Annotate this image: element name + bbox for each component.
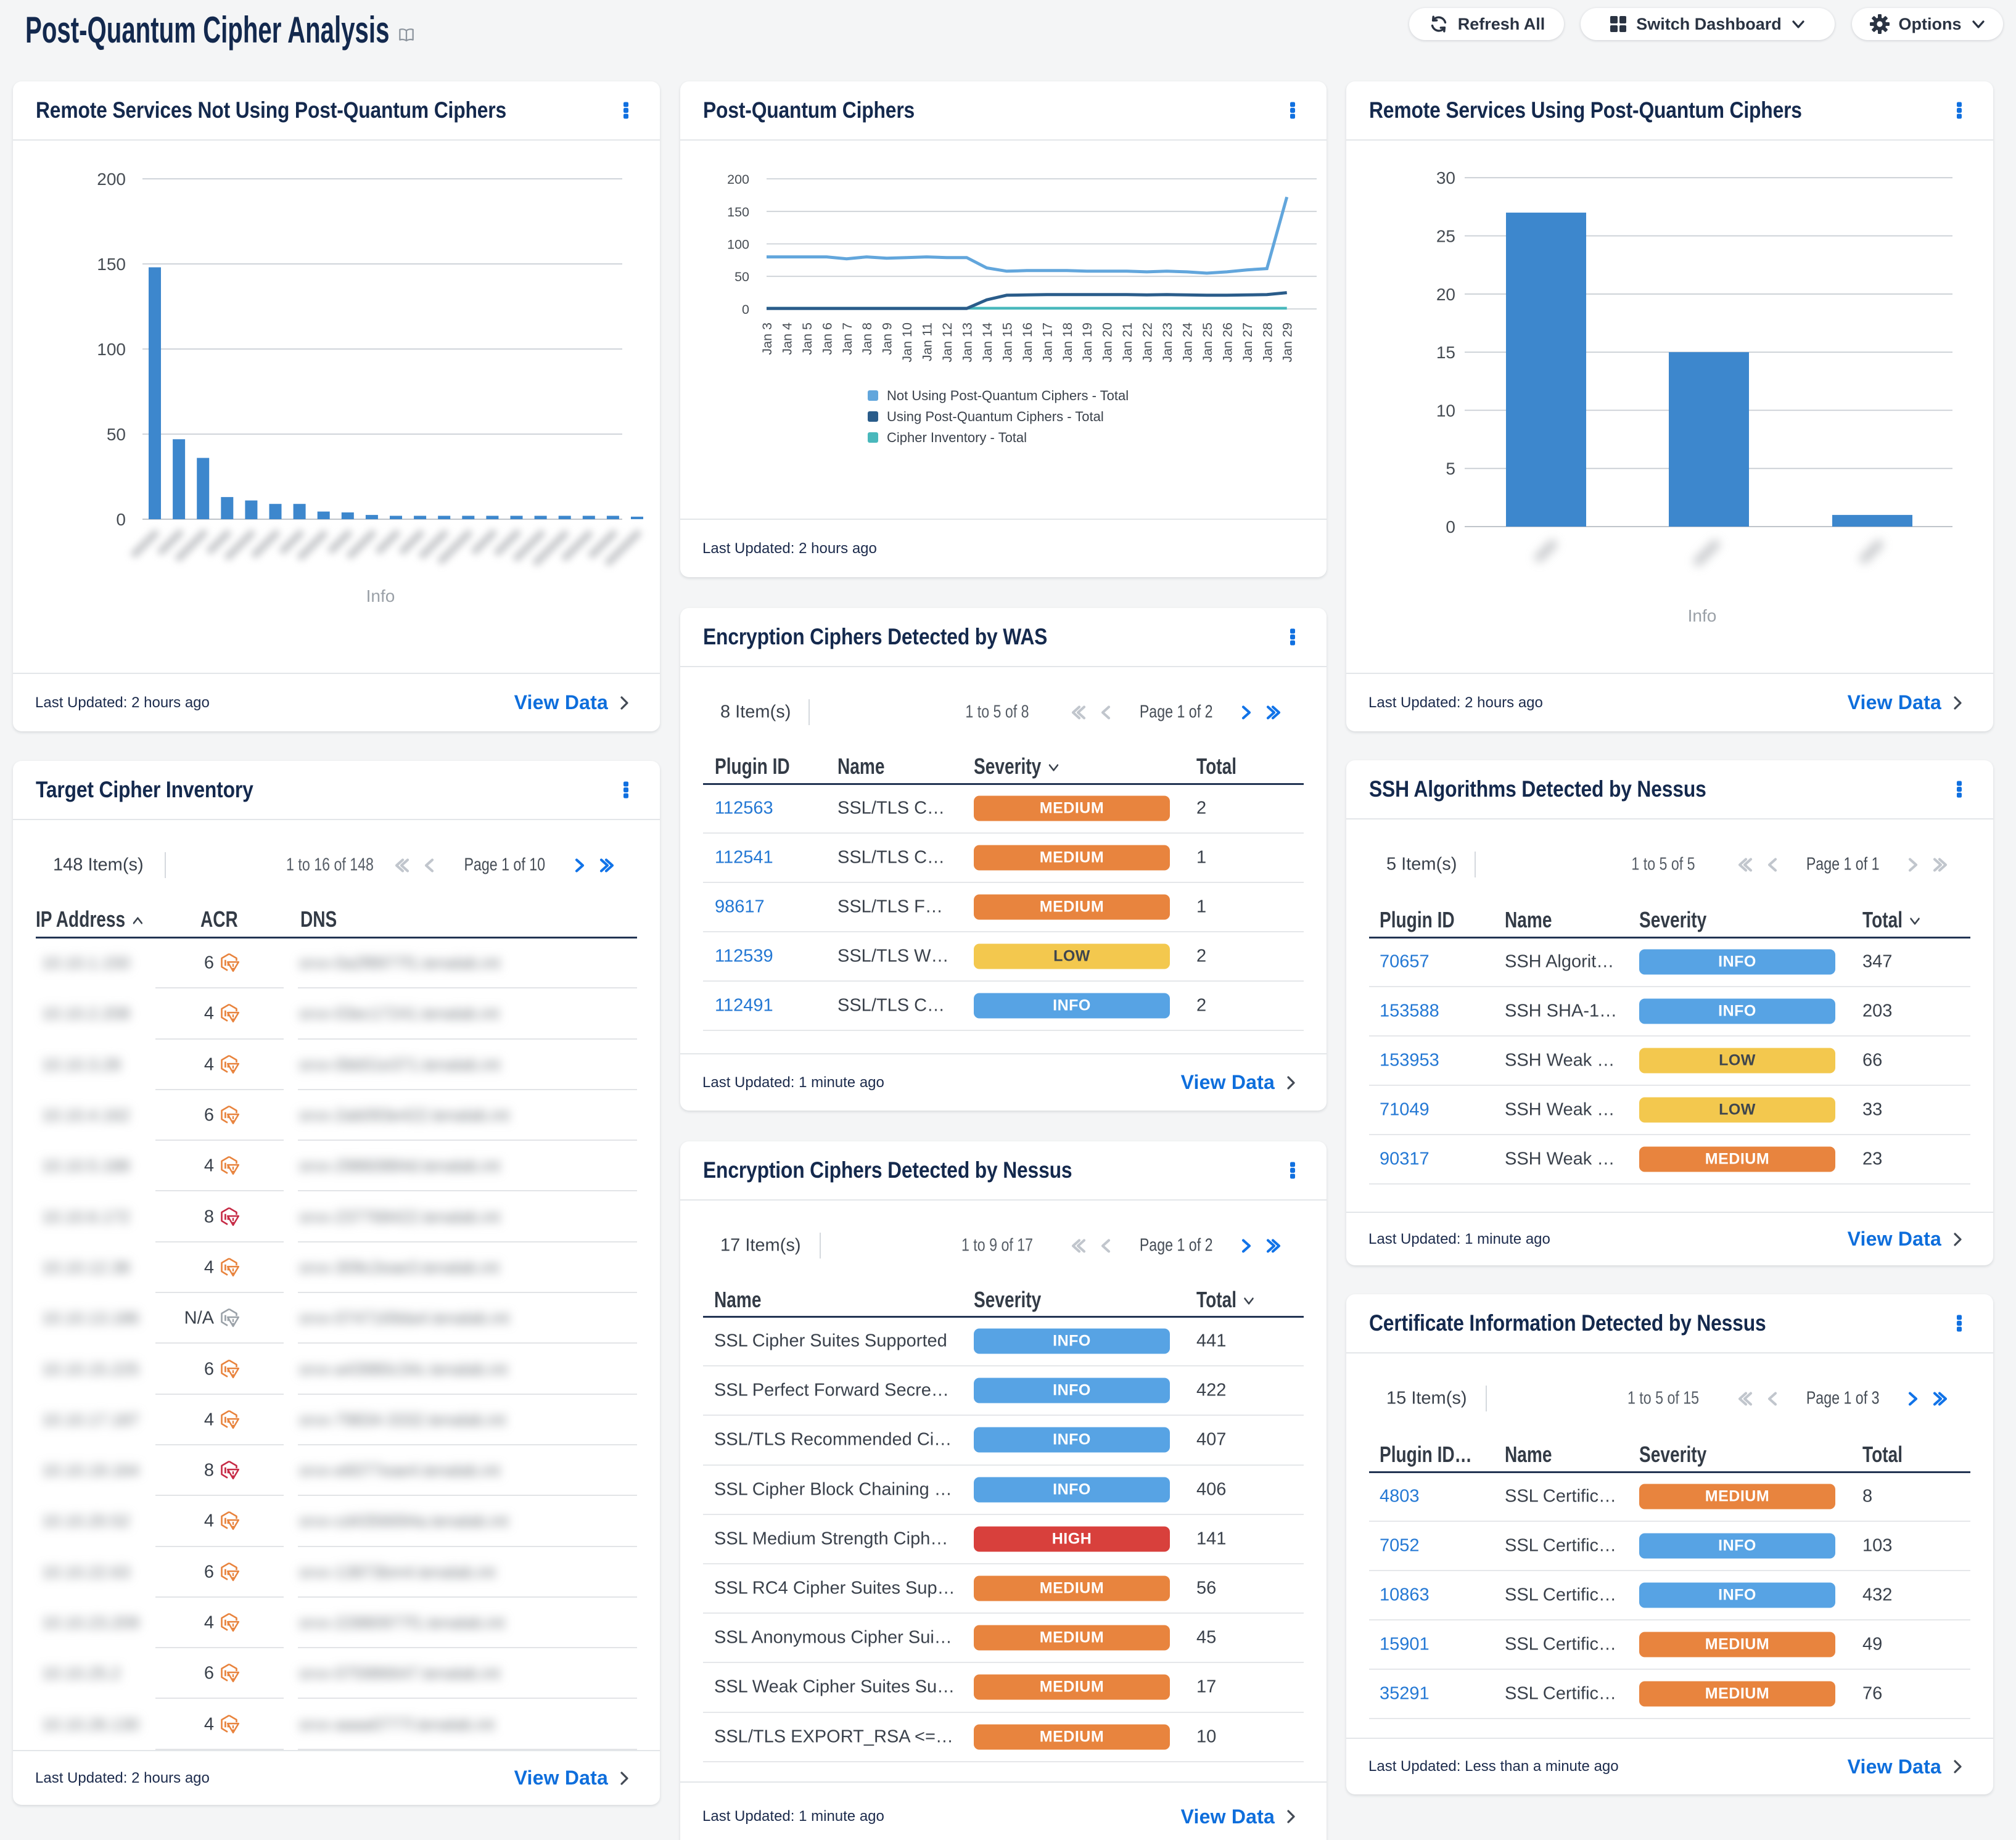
- svg-text:Jan 15: Jan 15: [1000, 322, 1014, 363]
- svg-text:Jan 23: Jan 23: [1160, 322, 1175, 363]
- svg-text:Jan 28: Jan 28: [1260, 322, 1275, 363]
- svg-text:200: 200: [727, 172, 749, 187]
- svg-text:Jan 13: Jan 13: [960, 322, 975, 363]
- svg-text:Jan 10: Jan 10: [900, 322, 915, 363]
- svg-text:Jan 7: Jan 7: [840, 322, 855, 355]
- svg-text:Jan 29: Jan 29: [1280, 322, 1295, 363]
- svg-text:Jan 27: Jan 27: [1240, 322, 1255, 363]
- svg-text:100: 100: [97, 340, 126, 359]
- svg-text:15: 15: [1436, 343, 1455, 362]
- svg-text:20: 20: [1436, 285, 1455, 304]
- svg-text:200: 200: [97, 170, 126, 189]
- svg-text:10: 10: [1436, 401, 1455, 420]
- svg-text:Jan 17: Jan 17: [1040, 322, 1055, 363]
- svg-text:Jan 25: Jan 25: [1200, 322, 1215, 363]
- svg-text:100: 100: [727, 237, 749, 252]
- svg-text:150: 150: [97, 255, 126, 274]
- svg-text:Jan 19: Jan 19: [1080, 322, 1095, 363]
- svg-text:30: 30: [1436, 168, 1455, 187]
- svg-text:25: 25: [1436, 227, 1455, 246]
- svg-text:Jan 16: Jan 16: [1020, 322, 1035, 363]
- svg-text:0: 0: [1446, 517, 1455, 536]
- svg-text:Jan 18: Jan 18: [1060, 322, 1075, 363]
- svg-text:50: 50: [734, 269, 749, 284]
- svg-text:0: 0: [742, 302, 749, 317]
- svg-text:50: 50: [107, 425, 126, 444]
- svg-text:Jan 12: Jan 12: [940, 322, 955, 363]
- svg-text:5: 5: [1446, 459, 1455, 478]
- svg-text:Using Post-Quantum Ciphers - T: Using Post-Quantum Ciphers - Total: [887, 409, 1104, 424]
- svg-text:Jan 26: Jan 26: [1220, 322, 1235, 363]
- svg-text:Jan 11: Jan 11: [920, 322, 935, 361]
- svg-text:Jan 20: Jan 20: [1100, 322, 1115, 363]
- svg-text:Jan 4: Jan 4: [780, 322, 794, 355]
- svg-text:Cipher Inventory - Total: Cipher Inventory - Total: [887, 430, 1027, 445]
- svg-text:0: 0: [116, 510, 126, 529]
- svg-text:Info: Info: [366, 586, 395, 606]
- svg-text:Jan 8: Jan 8: [860, 322, 874, 355]
- svg-text:Jan 14: Jan 14: [980, 322, 995, 363]
- svg-text:Info: Info: [1688, 606, 1717, 625]
- svg-text:Jan 6: Jan 6: [820, 322, 834, 355]
- svg-text:150: 150: [727, 205, 749, 220]
- svg-text:Jan 3: Jan 3: [760, 322, 775, 355]
- svg-text:Jan 9: Jan 9: [880, 322, 895, 355]
- svg-text:Not Using Post-Quantum Ciphers: Not Using Post-Quantum Ciphers - Total: [887, 388, 1129, 403]
- svg-text:Jan 21: Jan 21: [1120, 322, 1135, 363]
- svg-text:Jan 5: Jan 5: [800, 322, 815, 355]
- svg-text:Jan 24: Jan 24: [1180, 322, 1195, 363]
- svg-text:Jan 22: Jan 22: [1140, 322, 1155, 363]
